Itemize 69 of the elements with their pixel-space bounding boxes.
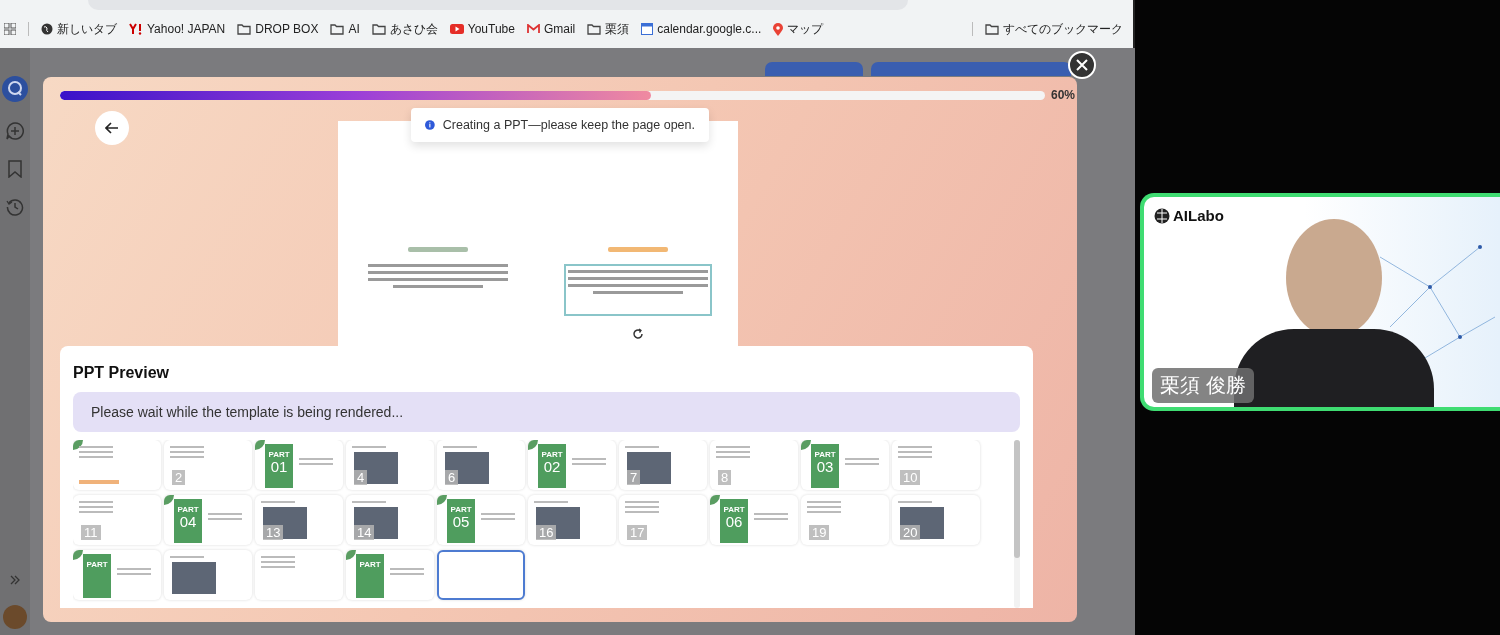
logo-text: AILabo [1173, 207, 1224, 224]
slide-thumbnail[interactable]: 16 [528, 495, 616, 545]
close-icon [1076, 59, 1088, 71]
folder-icon [985, 23, 999, 35]
app-logo-icon[interactable] [2, 76, 28, 102]
bookmark-link[interactable]: Gmail [526, 22, 576, 36]
close-button[interactable] [1068, 51, 1096, 79]
folder-icon [237, 23, 252, 35]
slide-thumbnail[interactable]: 7 [619, 440, 707, 490]
selected-text-box[interactable] [564, 264, 712, 316]
slide-thumbnail[interactable]: 11 [73, 495, 161, 545]
mail-icon [526, 24, 540, 34]
status-banner: Please wait while the template is being rendered... [73, 392, 1020, 432]
folder-icon [371, 23, 386, 35]
bookmark-link[interactable]: Yahoo! JAPAN [129, 22, 226, 36]
avatar[interactable] [3, 605, 27, 629]
slide-thumbnail[interactable] [437, 550, 525, 600]
back-button[interactable] [95, 111, 129, 145]
slide-thumbnail[interactable] [164, 550, 252, 600]
slide-thumbnail[interactable]: 10 [892, 440, 980, 490]
scrollbar[interactable] [1014, 440, 1020, 608]
progress-percent: 60% [1050, 88, 1075, 102]
bookmark-link[interactable]: AI [330, 22, 360, 36]
blurred-heading-drawing [608, 247, 668, 252]
bookmark-link[interactable]: DROP BOX [237, 22, 319, 36]
apps-grid-icon[interactable] [4, 23, 16, 35]
slide-thumbnail[interactable]: 4 [346, 440, 434, 490]
slide-thumbnail[interactable]: PART [346, 550, 434, 600]
info-icon [425, 118, 435, 132]
bookmark-link[interactable]: 栗須 [587, 20, 630, 38]
back-arrow-icon [105, 122, 119, 134]
preview-title: PPT Preview [73, 364, 171, 382]
slide-thumbnail[interactable]: PART 01 [255, 440, 343, 490]
slide-thumbnail[interactable]: PART [73, 550, 161, 600]
participant-name: 栗須 俊勝 [1152, 368, 1254, 403]
slide-thumbnail[interactable]: 17 [619, 495, 707, 545]
blurred-heading-drawing [408, 247, 468, 252]
history-icon[interactable] [6, 198, 24, 216]
slide-thumbnail[interactable]: PART 06 [710, 495, 798, 545]
slide-thumbnail[interactable] [255, 550, 343, 600]
slide-thumbnail[interactable]: 19 [801, 495, 889, 545]
slide-thumbnail[interactable]: PART 02 [528, 440, 616, 490]
toast-text: Creating a PPT—please keep the page open. [442, 118, 695, 132]
slide-thumbnail[interactable]: 14 [346, 495, 434, 545]
map-pin-icon [773, 22, 784, 36]
video-play-icon [449, 24, 464, 34]
rotate-icon[interactable] [632, 328, 644, 340]
expand-icon[interactable] [10, 575, 20, 585]
globe-icon [41, 23, 53, 35]
slide-thumbnail[interactable]: 2 [164, 440, 252, 490]
bookmark-link[interactable]: マップ [773, 20, 824, 38]
calendar-icon [641, 23, 654, 35]
slide-thumbnail[interactable]: 6 [437, 440, 525, 490]
folder-icon [587, 23, 602, 35]
bookmark-link[interactable]: 新しいタブ [41, 20, 117, 38]
folder-icon [330, 23, 345, 35]
slide-thumbnail[interactable]: PART 05 [437, 495, 525, 545]
slide-thumbnail[interactable]: 13 [255, 495, 343, 545]
bookmark-link[interactable]: あさひ会 [371, 20, 438, 38]
bookmark-link[interactable]: calendar.google.c... [641, 22, 762, 36]
slide-thumbnail[interactable]: PART 03 [801, 440, 889, 490]
yahoo-icon [129, 23, 143, 35]
bookmark-link[interactable]: YouTube [449, 22, 515, 36]
slide-thumbnail[interactable]: PART 04 [164, 495, 252, 545]
all-bookmarks-link[interactable]: すべてのブックマーク [985, 20, 1123, 38]
bookmark-icon[interactable] [8, 160, 22, 178]
chat-plus-icon[interactable] [6, 122, 24, 140]
slide-thumbnail[interactable]: 8 [710, 440, 798, 490]
slide-thumbnail[interactable]: 20 [892, 495, 980, 545]
